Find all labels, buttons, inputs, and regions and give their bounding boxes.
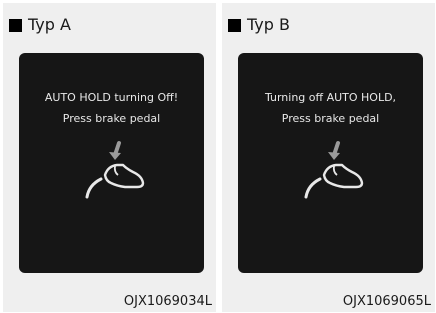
panel-type-a: Typ A AUTO HOLD turning Off! Press brake… (3, 3, 216, 312)
panel-title: Typ A (28, 15, 71, 34)
black-square-icon (228, 18, 241, 32)
cluster-display: Turning off AUTO HOLD, Press brake pedal (238, 53, 423, 273)
image-code: OJX1069034L (123, 294, 212, 309)
panel-title: Typ B (247, 15, 290, 34)
panel-header: Typ B (228, 15, 290, 35)
display-message-line-1: Turning off AUTO HOLD, (264, 91, 397, 104)
display-message-line-2: Press brake pedal (62, 112, 161, 125)
brake-pedal-foot-icon (304, 141, 364, 199)
panel-header: Typ A (9, 15, 71, 35)
display-message-line-2: Press brake pedal (281, 112, 380, 125)
panel-type-b: Typ B Turning off AUTO HOLD, Press brake… (222, 3, 435, 312)
brake-pedal-foot-icon (85, 141, 145, 199)
manual-figure: Typ A AUTO HOLD turning Off! Press brake… (0, 0, 436, 313)
display-message-line-1: AUTO HOLD turning Off! (44, 91, 179, 104)
cluster-display: AUTO HOLD turning Off! Press brake pedal (19, 53, 204, 273)
black-square-icon (9, 18, 22, 32)
image-code: OJX1069065L (342, 294, 431, 309)
